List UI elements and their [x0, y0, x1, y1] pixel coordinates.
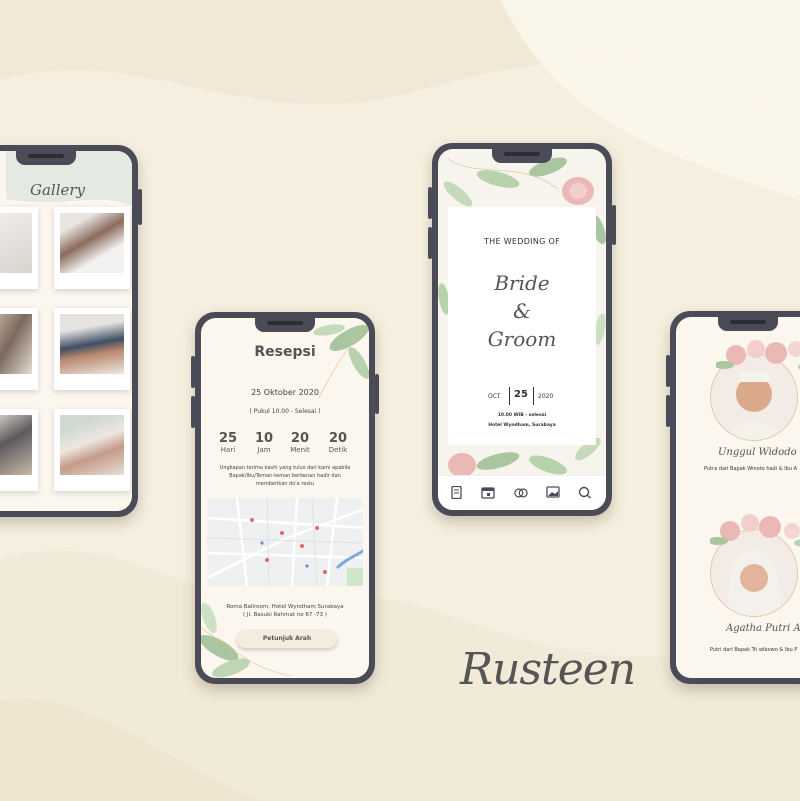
reception-note-line: Ungkapan terima kasih yang tulus dari ka… [219, 465, 351, 471]
countdown-value: 25 [218, 431, 238, 446]
phone-button [666, 395, 670, 427]
reception-note: Ungkapan terima kasih yang tulus dari ka… [211, 464, 359, 488]
countdown-value: 20 [290, 431, 310, 446]
gallery-photo[interactable] [0, 409, 38, 491]
reception-note-line: Bapak/Ibu/Teman-teman berkenan hadir dan [229, 473, 341, 479]
gallery-photo[interactable] [54, 409, 130, 491]
phone-button [138, 189, 142, 225]
reception-date: 25 Oktober 2020 [251, 388, 319, 397]
wedding-date: OCT 25 2020 [448, 385, 596, 407]
gallery-title: Gallery [29, 181, 86, 199]
groom-label: Groom [487, 327, 557, 351]
chat-icon[interactable] [578, 486, 592, 499]
phone-cover: THE WEDDING OF Bride & Groom OCT 25 2020… [428, 143, 616, 516]
gallery-icon[interactable] [546, 486, 560, 499]
gallery-photo[interactable] [0, 207, 38, 289]
map-streets [207, 498, 363, 586]
directions-button[interactable]: Petunjuk Arah [237, 630, 337, 648]
countdown-unit: Menit [290, 446, 310, 454]
phone-couple: Unggul Widodo W Putra dari Bapak Winoto … [666, 311, 800, 684]
date-day: 25 [514, 389, 528, 400]
phone-button [375, 374, 379, 414]
phone-button [191, 356, 195, 388]
date-month: OCT [488, 393, 501, 400]
phone-button [666, 355, 670, 387]
phone-gallery: Gallery [0, 145, 142, 517]
cover-card: THE WEDDING OF Bride & Groom OCT 25 2020… [448, 207, 596, 445]
reception-title: Resepsi [254, 344, 316, 360]
cover-screen: THE WEDDING OF Bride & Groom OCT 25 2020… [438, 149, 606, 510]
reception-venue: Roma Ballroom, Hotel Wyndham Surabaya ( … [201, 603, 369, 619]
countdown-value: 20 [328, 431, 348, 446]
countdown-days: 25 Hari [211, 431, 245, 454]
countdown-seconds: 20 Detik [321, 431, 355, 454]
countdown-value: 10 [254, 431, 274, 446]
reception-time: ( Pukul 10.00 - Selesai ) [249, 408, 321, 415]
brand-logo: Rusteen [460, 644, 636, 695]
date-divider [533, 387, 534, 405]
calendar-icon[interactable] [481, 486, 495, 499]
location-map[interactable] [207, 498, 363, 586]
reception-note-line: memberikan do'a restu [255, 481, 315, 487]
countdown-hours: 10 Jam [247, 431, 281, 454]
bride-parents: Putri dari Bapak Tri wibowo & Ibu P [710, 647, 798, 653]
gallery-photo[interactable] [0, 308, 38, 390]
phone-reception: Resepsi 25 Oktober 2020 ( Pukul 10.00 - … [191, 312, 379, 684]
rings-icon[interactable] [514, 486, 528, 499]
phone-button [428, 187, 432, 219]
venue-name: Roma Ballroom, Hotel Wyndham Surabaya [226, 604, 344, 610]
reception-screen: Resepsi 25 Oktober 2020 ( Pukul 10.00 - … [201, 318, 369, 678]
cover-heading: THE WEDDING OF [484, 237, 560, 246]
gallery-photo[interactable] [54, 207, 130, 289]
invitation-icon[interactable] [450, 486, 464, 499]
phone-button [428, 227, 432, 259]
venue-address: ( Jl. Basuki Rahmat no 67 -73 ) [243, 612, 327, 618]
couple-screen: Unggul Widodo W Putra dari Bapak Winoto … [676, 317, 800, 678]
gallery-photo[interactable] [54, 308, 130, 390]
countdown-unit: Jam [257, 446, 271, 454]
gallery-screen: Gallery [0, 151, 132, 511]
countdown-minutes: 20 Menit [283, 431, 317, 454]
countdown-unit: Hari [220, 446, 236, 454]
bride-flowers [710, 514, 800, 547]
groom-name: Unggul Widodo W [718, 447, 800, 458]
groom-parents: Putra dari Bapak Winoto hadi & Ibu A [704, 466, 798, 472]
bride-name: Agatha Putri A [726, 623, 800, 634]
ampersand: & [513, 299, 531, 323]
phone-notch [492, 149, 552, 163]
date-year: 2020 [538, 393, 554, 400]
bottom-nav [438, 475, 606, 510]
phone-notch [16, 151, 76, 165]
phone-button [191, 396, 195, 428]
wedding-venue: Hotel Wyndham, Surabaya [488, 423, 556, 428]
phone-notch [255, 318, 315, 332]
wedding-time: 10.00 WIB - selesai [497, 413, 547, 418]
bride-label: Bride [494, 271, 550, 295]
couple-names: Bride & Groom [448, 269, 596, 353]
groom-flowers [716, 340, 800, 370]
countdown-unit: Detik [328, 446, 348, 454]
phone-button [612, 205, 616, 245]
phone-notch [718, 317, 778, 331]
date-divider [509, 387, 510, 405]
